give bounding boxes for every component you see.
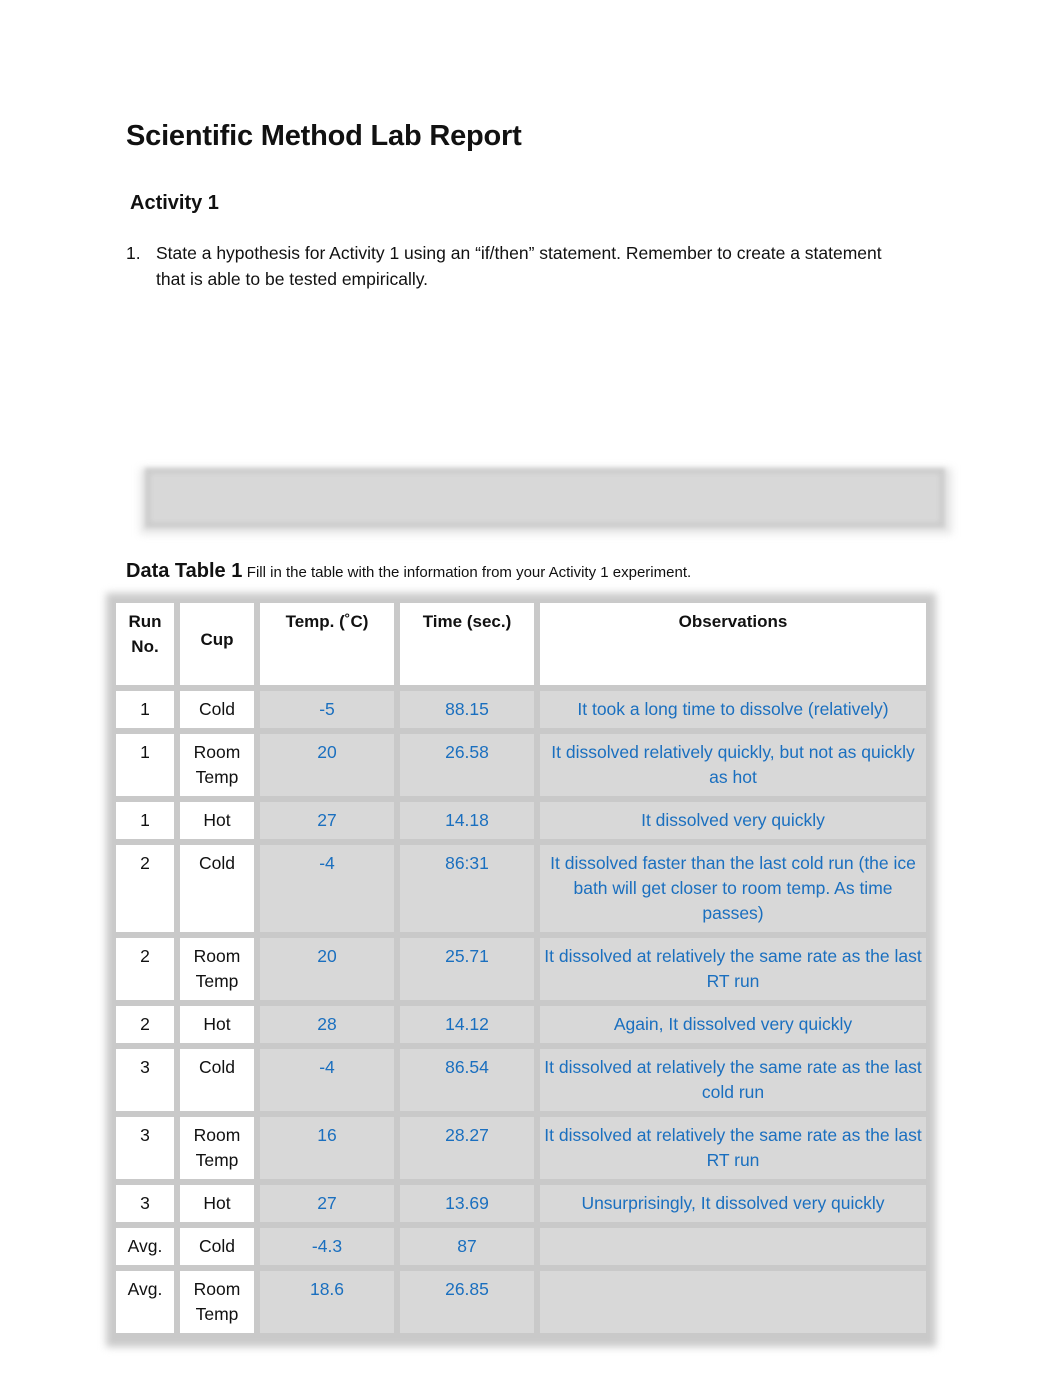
cup-cell: Room Temp	[180, 1117, 254, 1179]
cup-cell: Hot	[180, 802, 254, 839]
observation-cell[interactable]: It took a long time to dissolve (relativ…	[540, 691, 926, 728]
run-no-cell: 2	[116, 845, 174, 932]
table-row: 1 Room Temp 20 26.58 It dissolved relatively…	[116, 734, 926, 796]
observation-cell[interactable]	[540, 1271, 926, 1333]
run-no-cell: 2	[116, 1006, 174, 1043]
page-title: Scientific Method Lab Report	[126, 120, 522, 152]
time-cell[interactable]: 87	[400, 1228, 534, 1265]
run-no-cell: 1	[116, 734, 174, 796]
time-cell[interactable]: 25.71	[400, 938, 534, 1000]
header-observations: Observations	[540, 603, 926, 685]
hypothesis-answer-box[interactable]	[145, 468, 945, 528]
observation-cell[interactable]: Again, It dissolved very quickly	[540, 1006, 926, 1043]
table-row: Avg. Room Temp 18.6 26.85	[116, 1271, 926, 1333]
cup-cell: Cold	[180, 1049, 254, 1111]
temp-cell[interactable]: -5	[260, 691, 394, 728]
question-1: 1. State a hypothesis for Activity 1 usi…	[126, 240, 906, 292]
time-cell[interactable]: 13.69	[400, 1185, 534, 1222]
run-no-cell: Avg.	[116, 1271, 174, 1333]
table-row: 3 Cold -4 86.54 It dissolved at relatively t…	[116, 1049, 926, 1111]
table-row: 1 Hot 27 14.18 It dissolved very quickly	[116, 802, 926, 839]
header-time: Time (sec.)	[400, 603, 534, 685]
header-cup: Cup	[180, 603, 254, 685]
run-no-cell: 2	[116, 938, 174, 1000]
table-row: Avg. Cold -4.3 87	[116, 1228, 926, 1265]
observation-cell[interactable]	[540, 1228, 926, 1265]
time-cell[interactable]: 26.58	[400, 734, 534, 796]
run-no-cell: 3	[116, 1049, 174, 1111]
observation-cell[interactable]: It dissolved at relatively the same rate…	[540, 1049, 926, 1111]
run-no-cell: Avg.	[116, 1228, 174, 1265]
run-no-cell: 3	[116, 1117, 174, 1179]
observation-cell[interactable]: It dissolved at relatively the same rate…	[540, 1117, 926, 1179]
observation-cell[interactable]: It dissolved very quickly	[540, 802, 926, 839]
data-table-title: Data Table 1	[126, 560, 243, 582]
temp-cell[interactable]: 27	[260, 1185, 394, 1222]
table-row: 1 Cold -5 88.15 It took a long time to disso…	[116, 691, 926, 728]
time-cell[interactable]: 88.15	[400, 691, 534, 728]
temp-cell[interactable]: 28	[260, 1006, 394, 1043]
temp-cell[interactable]: -4.3	[260, 1228, 394, 1265]
run-no-cell: 1	[116, 802, 174, 839]
cup-cell: Cold	[180, 1228, 254, 1265]
section-heading: Activity 1	[130, 192, 219, 214]
temp-cell[interactable]: 18.6	[260, 1271, 394, 1333]
time-cell[interactable]: 86.54	[400, 1049, 534, 1111]
cup-cell: Room Temp	[180, 1271, 254, 1333]
cup-cell: Cold	[180, 845, 254, 932]
table-row: 3 Room Temp 16 28.27 It dissolved at relativ…	[116, 1117, 926, 1179]
observation-cell[interactable]: It dissolved faster than the last cold r…	[540, 845, 926, 932]
time-cell[interactable]: 14.12	[400, 1006, 534, 1043]
run-no-cell: 3	[116, 1185, 174, 1222]
temp-cell[interactable]: 20	[260, 734, 394, 796]
header-temp: Temp. (˚C)	[260, 603, 394, 685]
temp-cell[interactable]: -4	[260, 845, 394, 932]
temp-cell[interactable]: 20	[260, 938, 394, 1000]
time-cell[interactable]: 14.18	[400, 802, 534, 839]
observation-cell[interactable]: Unsurprisingly, It dissolved very quickl…	[540, 1185, 926, 1222]
observation-cell[interactable]: It dissolved relatively quickly, but not…	[540, 734, 926, 796]
table-header-row: Run No. Cup Temp. (˚C) Time (sec.) Obser…	[116, 603, 926, 685]
header-run-no: Run No.	[116, 603, 174, 685]
cup-cell: Hot	[180, 1006, 254, 1043]
cup-cell: Hot	[180, 1185, 254, 1222]
table-row: 2 Room Temp 20 25.71 It dissolved at relativ…	[116, 938, 926, 1000]
question-number: 1.	[126, 243, 141, 263]
observation-cell[interactable]: It dissolved at relatively the same rate…	[540, 938, 926, 1000]
cup-cell: Room Temp	[180, 938, 254, 1000]
data-table-instructions: Fill in the table with the information f…	[246, 564, 692, 581]
temp-cell[interactable]: -4	[260, 1049, 394, 1111]
time-cell[interactable]: 28.27	[400, 1117, 534, 1179]
run-no-cell: 1	[116, 691, 174, 728]
table-row: 2 Hot 28 14.12 Again, It dissolved very quic…	[116, 1006, 926, 1043]
data-table: Run No. Cup Temp. (˚C) Time (sec.) Obser…	[110, 597, 932, 1339]
data-table-1: Run No. Cup Temp. (˚C) Time (sec.) Obser…	[106, 593, 936, 1347]
time-cell[interactable]: 86:31	[400, 845, 534, 932]
temp-cell[interactable]: 27	[260, 802, 394, 839]
question-text: State a hypothesis for Activity 1 using …	[156, 243, 882, 289]
cup-cell: Room Temp	[180, 734, 254, 796]
table-row: 2 Cold -4 86:31 It dissolved faster than the…	[116, 845, 926, 932]
time-cell[interactable]: 26.85	[400, 1271, 534, 1333]
data-table-caption: Data Table 1 Fill in the table with the …	[126, 560, 691, 583]
cup-cell: Cold	[180, 691, 254, 728]
table-row: 3 Hot 27 13.69 Unsurprisingly, It dissolved …	[116, 1185, 926, 1222]
temp-cell[interactable]: 16	[260, 1117, 394, 1179]
